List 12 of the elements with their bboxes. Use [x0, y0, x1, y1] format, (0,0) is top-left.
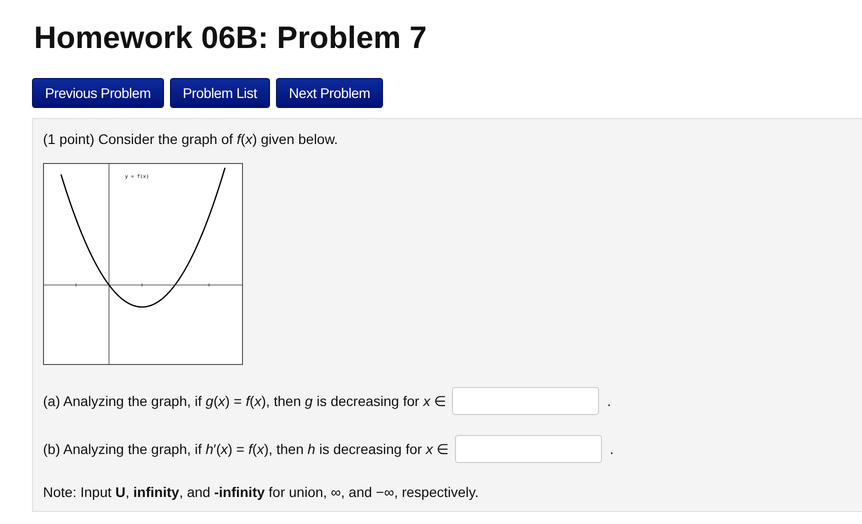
note-text: Note: Input U, infinity, and -infinity for union, ∞, and −∞, respectively.	[43, 483, 480, 501]
period-text: .	[610, 441, 614, 457]
nav-button[interactable]: Previous Problem	[32, 78, 164, 108]
page-title: Homework 06B: Problem 7	[34, 20, 428, 56]
nav-button[interactable]: Problem List	[170, 78, 270, 108]
question-text: (a) Analyzing the graph, if g(x) = f(x), then g is decreasing for x ∈	[43, 393, 446, 409]
problem-intro: (1 point) Consider the graph of f(x) given below.	[43, 130, 339, 149]
answer-field[interactable]	[452, 387, 600, 415]
question-text: (b) Analyzing the graph, if h′(x) = f(x), then h is decreasing for x ∈	[43, 441, 449, 457]
answer-field[interactable]	[454, 435, 602, 463]
nav-button[interactable]: Next Problem	[276, 78, 384, 108]
period-text: .	[607, 393, 611, 409]
